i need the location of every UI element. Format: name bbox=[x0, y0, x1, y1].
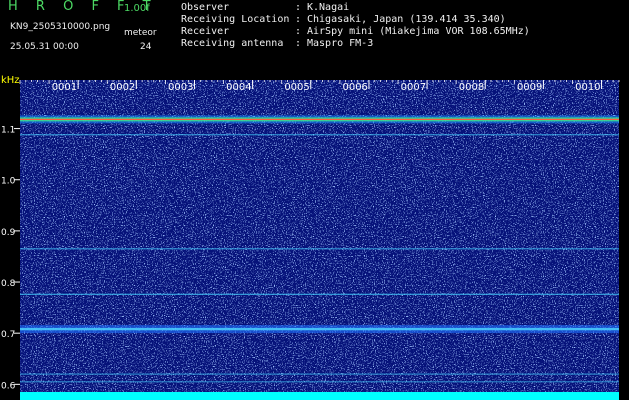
y-tick-label: 0.7 bbox=[1, 330, 15, 340]
band-peak bbox=[20, 118, 619, 120]
info-value: AirSpy mini (Miakejima VOR 108.65MHz) bbox=[307, 26, 530, 37]
y-tick-label: 0.9 bbox=[1, 228, 16, 238]
x-tick-label: 0003 bbox=[168, 82, 193, 93]
y-tick-label: 0.6 bbox=[1, 381, 16, 391]
band-3 bbox=[20, 293, 619, 295]
info-row-antenna: Receiving antenna: Maspro FM-3 bbox=[181, 38, 373, 50]
band-1 bbox=[20, 134, 619, 136]
info-value: Chigasaki, Japan (139.414 35.340) bbox=[307, 14, 506, 25]
info-label: Receiving antenna bbox=[181, 38, 284, 49]
y-tick-label: 1.1 bbox=[1, 126, 15, 136]
baseline-strip bbox=[20, 392, 619, 400]
x-tick-label: 0006 bbox=[342, 82, 367, 93]
meteor-count: 24 bbox=[140, 42, 152, 52]
band-5 bbox=[20, 373, 619, 375]
info-sep: : bbox=[295, 2, 302, 13]
app-version: 1.00f bbox=[124, 3, 150, 14]
info-sep: : bbox=[295, 26, 302, 37]
x-tick-label: 0002 bbox=[110, 82, 135, 93]
band-4 bbox=[20, 325, 619, 334]
band-line bbox=[20, 381, 619, 383]
info-label: Observer bbox=[181, 2, 230, 13]
plot-area bbox=[20, 80, 619, 400]
info-value: Maspro FM-3 bbox=[307, 38, 374, 49]
info-row-observer: Observer: K.Nagai bbox=[181, 2, 349, 14]
band-2 bbox=[20, 248, 619, 250]
image-filename: KN9_2505310000.png bbox=[10, 22, 111, 32]
x-tick-label: 0010 bbox=[575, 82, 600, 93]
spectrogram: kHz 0001 0002 0003 0004 0005 0006 0007 0008 0009… bbox=[1, 75, 620, 400]
band-line bbox=[20, 293, 619, 295]
y-tick-label: 0.8 bbox=[1, 279, 16, 289]
info-row-receiver: Receiver: AirSpy mini (Miakejima VOR 108.… bbox=[181, 26, 530, 38]
meteor-label: meteor bbox=[124, 28, 157, 38]
band-6 bbox=[20, 381, 619, 383]
y-tick-label: 1.0 bbox=[1, 177, 16, 187]
info-label: Receiver bbox=[181, 26, 230, 37]
band-0 bbox=[20, 115, 619, 124]
x-tick-label: 0007 bbox=[401, 82, 426, 93]
x-tick-label: 0009 bbox=[517, 82, 542, 93]
observation-datetime: 25.05.31 00:00 bbox=[10, 42, 79, 52]
band-line bbox=[20, 248, 619, 250]
y-axis: 0.6 0.7 0.8 0.9 1.0 1.1 bbox=[1, 126, 20, 391]
info-row-location: Receiving Location: Chigasaki, Japan (139… bbox=[181, 14, 506, 26]
x-tick-label: 0004 bbox=[226, 82, 251, 93]
x-tick-label: 0008 bbox=[459, 82, 484, 93]
y-axis-label: kHz bbox=[1, 75, 20, 86]
x-tick-label: 0001 bbox=[52, 82, 77, 93]
noise-speckle-bright bbox=[20, 80, 619, 392]
band-line bbox=[20, 373, 619, 375]
band-line bbox=[20, 134, 619, 136]
info-label: Receiving Location bbox=[181, 14, 290, 25]
info-sep: : bbox=[295, 14, 302, 25]
x-tick-label: 0005 bbox=[284, 82, 309, 93]
info-value: K.Nagai bbox=[307, 2, 350, 13]
band-core bbox=[20, 327, 619, 331]
info-sep: : bbox=[295, 38, 302, 49]
